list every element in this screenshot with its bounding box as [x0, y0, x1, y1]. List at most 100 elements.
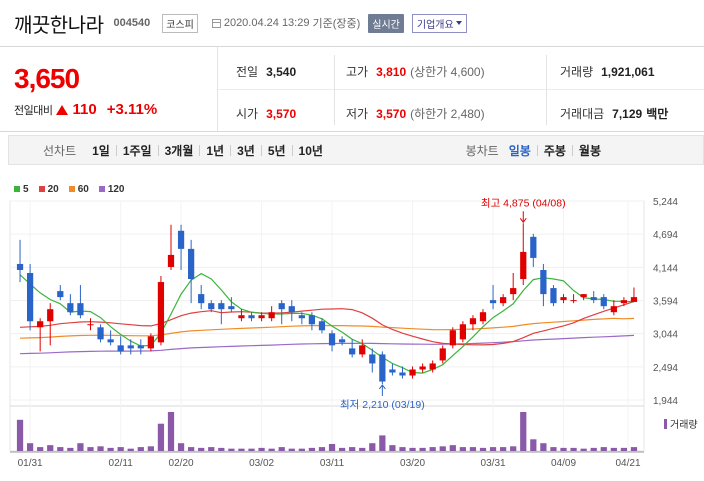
- candle-body: [37, 321, 44, 328]
- volume-bar: [580, 448, 587, 451]
- candle-body: [157, 282, 165, 343]
- candle-body: [288, 306, 295, 313]
- period-1d[interactable]: 1일: [86, 142, 116, 159]
- company-name[interactable]: 깨끗한나라: [14, 9, 104, 38]
- volume-bar: [167, 412, 175, 451]
- low-label: 저가: [346, 107, 369, 121]
- candlestick-chart[interactable]: 5,244 4,694 4,144 3,594 3,044 2,494 1,944 01/31…: [0, 190, 704, 481]
- candle-monthly[interactable]: 월봉: [573, 142, 607, 159]
- candle-body: [590, 297, 597, 301]
- open-value: 3,570: [266, 107, 297, 121]
- volume-legend-label: 거래량: [670, 420, 698, 431]
- x-tick-label: 03/11: [320, 458, 345, 469]
- volume-bar: [550, 447, 557, 451]
- candle-body: [97, 327, 104, 340]
- candle-body: [520, 251, 527, 280]
- candle-body: [540, 269, 547, 295]
- x-tick-label: 03/31: [481, 458, 506, 469]
- candle-body: [610, 306, 617, 313]
- period-1w[interactable]: 1주일: [117, 142, 158, 159]
- volume-bar: [540, 443, 547, 451]
- y-tick-label: 3,044: [653, 330, 678, 341]
- volume-bar: [439, 446, 446, 451]
- stock-code: 004540: [113, 17, 151, 29]
- candle-body: [248, 315, 255, 319]
- period-5y[interactable]: 5년: [262, 142, 292, 159]
- volume-bar: [530, 439, 537, 451]
- volume-bar: [198, 447, 205, 451]
- caret-down-icon: [455, 21, 462, 25]
- volume-bar: [479, 447, 487, 451]
- x-tick-label: 04/09: [551, 458, 576, 469]
- candle-body: [328, 333, 336, 346]
- candle-body: [580, 294, 587, 298]
- y-tick-label: 4,144: [653, 263, 678, 274]
- company-info-button[interactable]: 기업개요: [411, 13, 467, 33]
- candle-chart-label: 봉차트: [465, 143, 499, 158]
- volume-bar: [208, 447, 215, 451]
- candle-body: [77, 303, 84, 316]
- x-tick-label: 04/21: [615, 458, 640, 469]
- candle-body: [419, 366, 426, 370]
- volume-bar: [97, 446, 104, 451]
- x-tick-label: 01/31: [18, 458, 43, 469]
- candle-body: [57, 291, 64, 298]
- volume-bar: [238, 448, 245, 451]
- volume-bar: [67, 447, 74, 451]
- divider: [546, 55, 547, 125]
- volume-bar: [127, 448, 134, 451]
- period-1y[interactable]: 1년: [200, 142, 230, 159]
- candle-body: [359, 345, 366, 355]
- volume-bar: [359, 447, 366, 451]
- volume-bar: [308, 447, 316, 451]
- prev-close-value: 3,540: [266, 65, 297, 79]
- candle-daily[interactable]: 일봉: [503, 142, 537, 159]
- realtime-button[interactable]: 실시간: [368, 13, 404, 33]
- volume-label: 거래량: [560, 65, 594, 79]
- change-row: 전일대비 110 +3.11%: [14, 101, 157, 118]
- volume-bar: [57, 447, 64, 451]
- volume-bar: [228, 448, 235, 451]
- period-10y[interactable]: 10년: [293, 142, 329, 159]
- volume-bar: [318, 447, 326, 451]
- volume-bar: [620, 447, 628, 451]
- candle-body: [500, 297, 507, 304]
- candle-body: [198, 294, 205, 304]
- candle-body: [449, 330, 456, 346]
- candle-weekly[interactable]: 주봉: [538, 142, 572, 159]
- candle-body: [620, 300, 628, 304]
- current-price: 3,650: [14, 63, 80, 94]
- change-percent: +3.11%: [106, 101, 158, 118]
- market-badge: 코스피: [162, 13, 198, 33]
- period-3y[interactable]: 3년: [231, 142, 261, 159]
- max-annotation: 최고 4,875 (04/08): [481, 197, 566, 209]
- amount-label: 거래대금: [560, 107, 605, 121]
- period-3m[interactable]: 3개월: [159, 142, 200, 159]
- volume-bar: [47, 445, 54, 451]
- candle-body: [228, 306, 235, 310]
- candle-body: [258, 315, 265, 319]
- min-annotation: 최저 2,210 (03/19): [340, 399, 425, 411]
- open-label: 시가: [236, 107, 259, 121]
- candle-body: [177, 230, 185, 249]
- volume-bar: [349, 447, 356, 451]
- candle-body: [278, 303, 285, 310]
- candle-body: [218, 303, 225, 310]
- volume-bar: [459, 447, 466, 451]
- volume-bar: [298, 448, 305, 451]
- timestamp-suffix: 기준(장중): [312, 18, 361, 30]
- high-label: 고가: [346, 65, 369, 79]
- candle-body: [127, 345, 134, 349]
- stat-volume: 거래량 1,921,061: [560, 63, 655, 80]
- volume-bar: [489, 447, 497, 451]
- candle-body: [16, 263, 24, 270]
- volume-bar: [278, 447, 285, 451]
- up-triangle-icon: [56, 104, 69, 115]
- current-price-box: 3,650 전일대비 110 +3.11%: [0, 47, 218, 131]
- y-tick-label: 2,494: [653, 363, 678, 374]
- candle-body: [389, 369, 396, 373]
- candle-body: [550, 288, 557, 304]
- volume-bar: [570, 447, 577, 451]
- candle-body: [459, 324, 466, 340]
- candle-body: [530, 236, 537, 258]
